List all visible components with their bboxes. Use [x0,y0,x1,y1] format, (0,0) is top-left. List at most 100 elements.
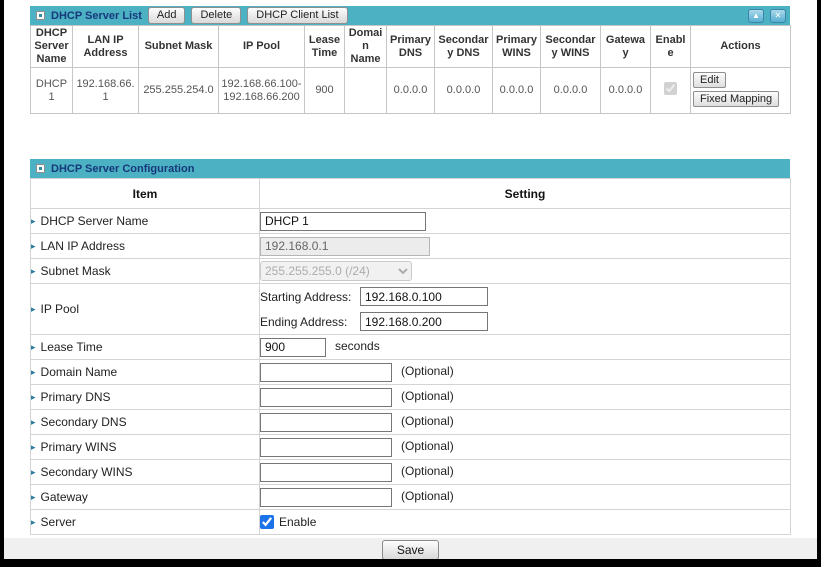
ending-address-field[interactable] [360,312,488,331]
row-lan-ip-address: ▸ LAN IP Address [31,234,791,259]
lease-time-suffix: seconds [335,339,380,353]
server-label: Server [41,515,76,529]
col-primary-dns: Primary DNS [387,26,435,68]
cell-actions: Edit Fixed Mapping [691,68,791,114]
item-bullet-icon: ▸ [31,304,36,314]
secondary-dns-label: Secondary DNS [41,415,127,429]
config-header-row: Item Setting [31,179,791,209]
item-bullet-icon: ▸ [31,392,36,402]
cell-primary-wins: 0.0.0.0 [493,68,541,114]
save-button[interactable]: Save [382,540,439,559]
fixed-mapping-button[interactable]: Fixed Mapping [693,91,779,107]
lease-time-label: Lease Time [41,340,103,354]
col-enable: Enable [651,26,691,68]
ip-pool-ending-row: Ending Address: [260,309,790,334]
row-subnet-mask: ▸ Subnet Mask 255.255.255.0 (/24) [31,259,791,284]
starting-address-label: Starting Address: [260,290,360,304]
row-ip-pool: ▸ IP Pool Starting Address: Ending Addres… [31,284,791,335]
col-subnet-mask: Subnet Mask [139,26,219,68]
col-secondary-wins: Secondary WINS [541,26,601,68]
secondary-dns-field[interactable] [260,413,392,432]
primary-wins-field[interactable] [260,438,392,457]
table-row: DHCP 1 192.168.66.1 255.255.254.0 192.16… [31,68,791,114]
col-secondary-dns: Secondary DNS [435,26,493,68]
col-ip-pool: IP Pool [219,26,305,68]
add-button[interactable]: Add [148,7,186,24]
lease-time-field[interactable] [260,338,326,357]
gateway-field[interactable] [260,488,392,507]
lan-ip-address-label: LAN IP Address [41,239,126,253]
item-bullet-icon: ▸ [31,241,36,251]
panel-icon [36,164,45,173]
item-bullet-icon: ▸ [31,492,36,502]
collapse-icon[interactable]: ▲ [748,9,764,23]
row-primary-dns: ▸Primary DNS (Optional) [31,385,791,410]
primary-dns-field[interactable] [260,388,392,407]
secondary-wins-field[interactable] [260,463,392,482]
row-gateway: ▸ Gateway (Optional) [31,485,791,510]
item-bullet-icon: ▸ [31,467,36,477]
dhcp-server-configuration-titlebar: DHCP Server Configuration [30,159,790,178]
row-secondary-dns: ▸ Secondary DNS (Optional) [31,410,791,435]
cell-domain-name [345,68,387,114]
item-bullet-icon: ▸ [31,342,36,352]
close-icon[interactable]: ✕ [770,9,786,23]
ending-address-label: Ending Address: [260,315,360,329]
dhcp-server-configuration-table: Item Setting ▸DHCP Server Name ▸LAN IP A… [30,178,791,535]
lan-ip-address-field [260,237,430,256]
subnet-mask-select: 255.255.255.0 (/24) [260,261,412,281]
delete-button[interactable]: Delete [191,7,241,24]
col-lease-time: Lease Time [305,26,345,68]
row-lease-time: ▸ Lease Time seconds [31,335,791,360]
dhcp-server-list-panel: DHCP Server List Add Delete DHCP Client … [30,0,790,114]
row-enable-checkbox [664,82,677,95]
cell-lan-ip-address: 192.168.66.1 [73,68,139,114]
panel-icon [36,11,45,20]
config-col-setting: Setting [260,179,791,209]
row-domain-name: ▸Domain Name (Optional) [31,360,791,385]
gateway-suffix: (Optional) [401,489,454,503]
gateway-label: Gateway [41,490,88,504]
secondary-wins-suffix: (Optional) [401,464,454,478]
subnet-mask-label: Subnet Mask [41,264,111,278]
row-server: ▸Server Enable [31,510,791,535]
dhcp-client-list-button[interactable]: DHCP Client List [247,7,347,24]
row-dhcp-server-name: ▸DHCP Server Name [31,209,791,234]
domain-name-field[interactable] [260,363,392,382]
primary-wins-label: Primary WINS [41,440,117,454]
row-secondary-wins: ▸ Secondary WINS (Optional) [31,460,791,485]
save-bar: Save [4,538,817,559]
panel-title: DHCP Server Configuration [51,163,194,175]
starting-address-field[interactable] [360,287,488,306]
domain-name-suffix: (Optional) [401,364,454,378]
secondary-dns-suffix: (Optional) [401,414,454,428]
page-content: DHCP Server List Add Delete DHCP Client … [4,0,817,559]
cell-secondary-dns: 0.0.0.0 [435,68,493,114]
server-enable-wrap: Enable [260,515,790,529]
cell-gateway: 0.0.0.0 [601,68,651,114]
cell-lease-time: 900 [305,68,345,114]
edit-button[interactable]: Edit [693,72,726,88]
primary-wins-suffix: (Optional) [401,439,454,453]
panel-title: DHCP Server List [51,10,142,22]
server-enable-checkbox[interactable] [260,515,274,529]
cell-primary-dns: 0.0.0.0 [387,68,435,114]
item-bullet-icon: ▸ [31,266,36,276]
primary-dns-label: Primary DNS [41,390,111,404]
col-domain-name: Domain Name [345,26,387,68]
col-lan-ip-address: LAN IP Address [73,26,139,68]
item-bullet-icon: ▸ [31,442,36,452]
dhcp-server-name-label: DHCP Server Name [41,214,149,228]
col-actions: Actions [691,26,791,68]
col-dhcp-server-name: DHCP Server Name [31,26,73,68]
cell-enable [651,68,691,114]
config-col-item: Item [31,179,260,209]
col-gateway: Gateway [601,26,651,68]
secondary-wins-label: Secondary WINS [41,465,133,479]
cell-secondary-wins: 0.0.0.0 [541,68,601,114]
cell-subnet-mask: 255.255.254.0 [139,68,219,114]
ip-pool-label: IP Pool [41,302,79,316]
dhcp-server-name-field[interactable] [260,212,426,231]
dhcp-server-configuration-panel: DHCP Server Configuration Item Setting ▸… [30,159,790,535]
item-bullet-icon: ▸ [31,417,36,427]
